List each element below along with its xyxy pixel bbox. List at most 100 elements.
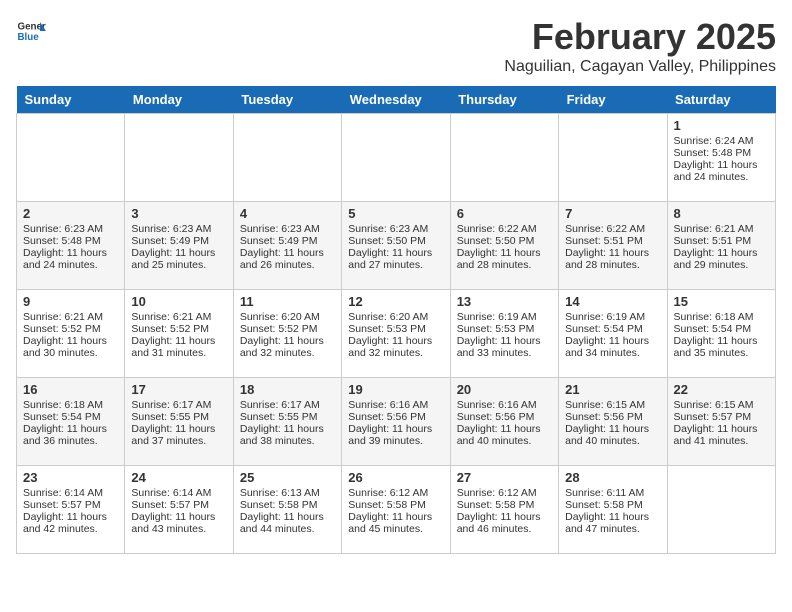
day-info: Sunset: 5:51 PM — [674, 235, 769, 247]
day-info: Sunset: 5:53 PM — [348, 323, 443, 335]
calendar-cell: 26 Sunrise: 6:12 AMSunset: 5:58 PMDayligh… — [342, 466, 450, 554]
weekday-header-tuesday: Tuesday — [233, 86, 341, 114]
calendar-cell: 20Sunrise: 6:16 AMSunset: 5:56 PMDayligh… — [450, 378, 558, 466]
calendar-cell: 22Sunrise: 6:15 AMSunset: 5:57 PMDayligh… — [667, 378, 775, 466]
day-info: Daylight: 11 hours and 25 minutes. — [131, 247, 226, 271]
day-info: Sunset: 5:54 PM — [23, 411, 118, 423]
day-number: 27 — [457, 470, 552, 485]
day-info: Sunset: 5:48 PM — [674, 147, 769, 159]
calendar-cell: 19Sunrise: 6:16 AMSunset: 5:56 PMDayligh… — [342, 378, 450, 466]
day-info: Sunrise: 6:23 AM — [348, 223, 443, 235]
day-info: Sunset: 5:50 PM — [457, 235, 552, 247]
day-info: Sunrise: 6:17 AM — [240, 399, 335, 411]
day-info: Daylight: 11 hours and 34 minutes. — [565, 335, 660, 359]
day-info: Sunset: 5:48 PM — [23, 235, 118, 247]
day-info: Sunset: 5:54 PM — [674, 323, 769, 335]
day-number: 22 — [674, 382, 769, 397]
calendar-cell: 24Sunrise: 6:14 AMSunset: 5:57 PMDayligh… — [125, 466, 233, 554]
day-info: Daylight: 11 hours and 28 minutes. — [457, 247, 552, 271]
day-number: 3 — [131, 206, 226, 221]
calendar-cell — [667, 466, 775, 554]
day-info: Daylight: 11 hours and 40 minutes. — [565, 423, 660, 447]
calendar-cell: 23Sunrise: 6:14 AMSunset: 5:57 PMDayligh… — [17, 466, 125, 554]
day-info: Daylight: 11 hours and 45 minutes. — [348, 511, 443, 535]
calendar-week-row: 9Sunrise: 6:21 AMSunset: 5:52 PMDaylight… — [17, 290, 776, 378]
calendar-cell: 1Sunrise: 6:24 AMSunset: 5:48 PMDaylight… — [667, 114, 775, 202]
day-info: Daylight: 11 hours and 30 minutes. — [23, 335, 118, 359]
day-info: Sunrise: 6:18 AM — [23, 399, 118, 411]
day-number: 28 — [565, 470, 660, 485]
day-number: 12 — [348, 294, 443, 309]
day-number: 18 — [240, 382, 335, 397]
day-info: Sunset: 5:51 PM — [565, 235, 660, 247]
calendar-cell: 14Sunrise: 6:19 AMSunset: 5:54 PMDayligh… — [559, 290, 667, 378]
logo-icon: General Blue — [16, 16, 46, 46]
calendar-cell: 5 Sunrise: 6:23 AMSunset: 5:50 PMDaylight… — [342, 202, 450, 290]
day-number: 5 — [348, 206, 443, 221]
day-number: 23 — [23, 470, 118, 485]
day-number: 26 — [348, 470, 443, 485]
day-info: Sunrise: 6:16 AM — [457, 399, 552, 411]
calendar-cell: 9Sunrise: 6:21 AMSunset: 5:52 PMDaylight… — [17, 290, 125, 378]
calendar-cell: 18Sunrise: 6:17 AMSunset: 5:55 PMDayligh… — [233, 378, 341, 466]
day-number: 4 — [240, 206, 335, 221]
calendar-week-row: 1Sunrise: 6:24 AMSunset: 5:48 PMDaylight… — [17, 114, 776, 202]
location-title: Naguilian, Cagayan Valley, Philippines — [504, 58, 776, 76]
weekday-header-wednesday: Wednesday — [342, 86, 450, 114]
calendar-week-row: 2Sunrise: 6:23 AMSunset: 5:48 PMDaylight… — [17, 202, 776, 290]
day-info: Sunrise: 6:12 AM — [348, 487, 443, 499]
day-info: Daylight: 11 hours and 36 minutes. — [23, 423, 118, 447]
day-info: Sunrise: 6:23 AM — [240, 223, 335, 235]
day-info: Daylight: 11 hours and 37 minutes. — [131, 423, 226, 447]
day-number: 14 — [565, 294, 660, 309]
day-info: Sunset: 5:52 PM — [240, 323, 335, 335]
day-number: 10 — [131, 294, 226, 309]
calendar-cell: 25Sunrise: 6:13 AMSunset: 5:58 PMDayligh… — [233, 466, 341, 554]
day-number: 8 — [674, 206, 769, 221]
calendar-cell: 15 Sunrise: 6:18 AMSunset: 5:54 PMDayligh… — [667, 290, 775, 378]
day-info: Sunset: 5:49 PM — [240, 235, 335, 247]
calendar-cell — [450, 114, 558, 202]
day-info: Sunrise: 6:21 AM — [23, 311, 118, 323]
day-info: Sunrise: 6:19 AM — [457, 311, 552, 323]
day-number: 1 — [674, 118, 769, 133]
day-info: Sunrise: 6:15 AM — [565, 399, 660, 411]
day-info: Sunrise: 6:20 AM — [240, 311, 335, 323]
day-info: Sunrise: 6:20 AM — [348, 311, 443, 323]
calendar-week-row: 23Sunrise: 6:14 AMSunset: 5:57 PMDayligh… — [17, 466, 776, 554]
calendar-cell: 6Sunrise: 6:22 AMSunset: 5:50 PMDaylight… — [450, 202, 558, 290]
day-info: Sunrise: 6:17 AM — [131, 399, 226, 411]
calendar-cell — [559, 114, 667, 202]
day-number: 15 — [674, 294, 769, 309]
day-info: Daylight: 11 hours and 33 minutes. — [457, 335, 552, 359]
day-info: Sunset: 5:58 PM — [348, 499, 443, 511]
day-info: Daylight: 11 hours and 47 minutes. — [565, 511, 660, 535]
day-info: Daylight: 11 hours and 27 minutes. — [348, 247, 443, 271]
day-info: Sunrise: 6:18 AM — [674, 311, 769, 323]
day-info: Sunrise: 6:19 AM — [565, 311, 660, 323]
day-info: Sunset: 5:58 PM — [240, 499, 335, 511]
day-info: Sunset: 5:50 PM — [348, 235, 443, 247]
day-number: 11 — [240, 294, 335, 309]
calendar-cell: 4Sunrise: 6:23 AMSunset: 5:49 PMDaylight… — [233, 202, 341, 290]
day-number: 17 — [131, 382, 226, 397]
title-area: February 2025 Naguilian, Cagayan Valley,… — [504, 16, 776, 76]
day-info: Sunset: 5:56 PM — [348, 411, 443, 423]
calendar-cell: 12Sunrise: 6:20 AMSunset: 5:53 PMDayligh… — [342, 290, 450, 378]
calendar-cell: 28Sunrise: 6:11 AMSunset: 5:58 PMDayligh… — [559, 466, 667, 554]
day-info: Daylight: 11 hours and 43 minutes. — [131, 511, 226, 535]
calendar-cell — [17, 114, 125, 202]
day-info: Sunrise: 6:14 AM — [23, 487, 118, 499]
day-info: Daylight: 11 hours and 29 minutes. — [674, 247, 769, 271]
calendar-cell: 27Sunrise: 6:12 AMSunset: 5:58 PMDayligh… — [450, 466, 558, 554]
day-info: Daylight: 11 hours and 35 minutes. — [674, 335, 769, 359]
day-info: Sunset: 5:56 PM — [565, 411, 660, 423]
day-info: Daylight: 11 hours and 38 minutes. — [240, 423, 335, 447]
day-info: Daylight: 11 hours and 24 minutes. — [674, 159, 769, 183]
month-title: February 2025 — [504, 16, 776, 58]
day-info: Sunset: 5:55 PM — [131, 411, 226, 423]
calendar-cell — [125, 114, 233, 202]
calendar-cell: 2Sunrise: 6:23 AMSunset: 5:48 PMDaylight… — [17, 202, 125, 290]
day-info: Sunrise: 6:21 AM — [674, 223, 769, 235]
calendar-cell: 8 Sunrise: 6:21 AMSunset: 5:51 PMDaylight… — [667, 202, 775, 290]
